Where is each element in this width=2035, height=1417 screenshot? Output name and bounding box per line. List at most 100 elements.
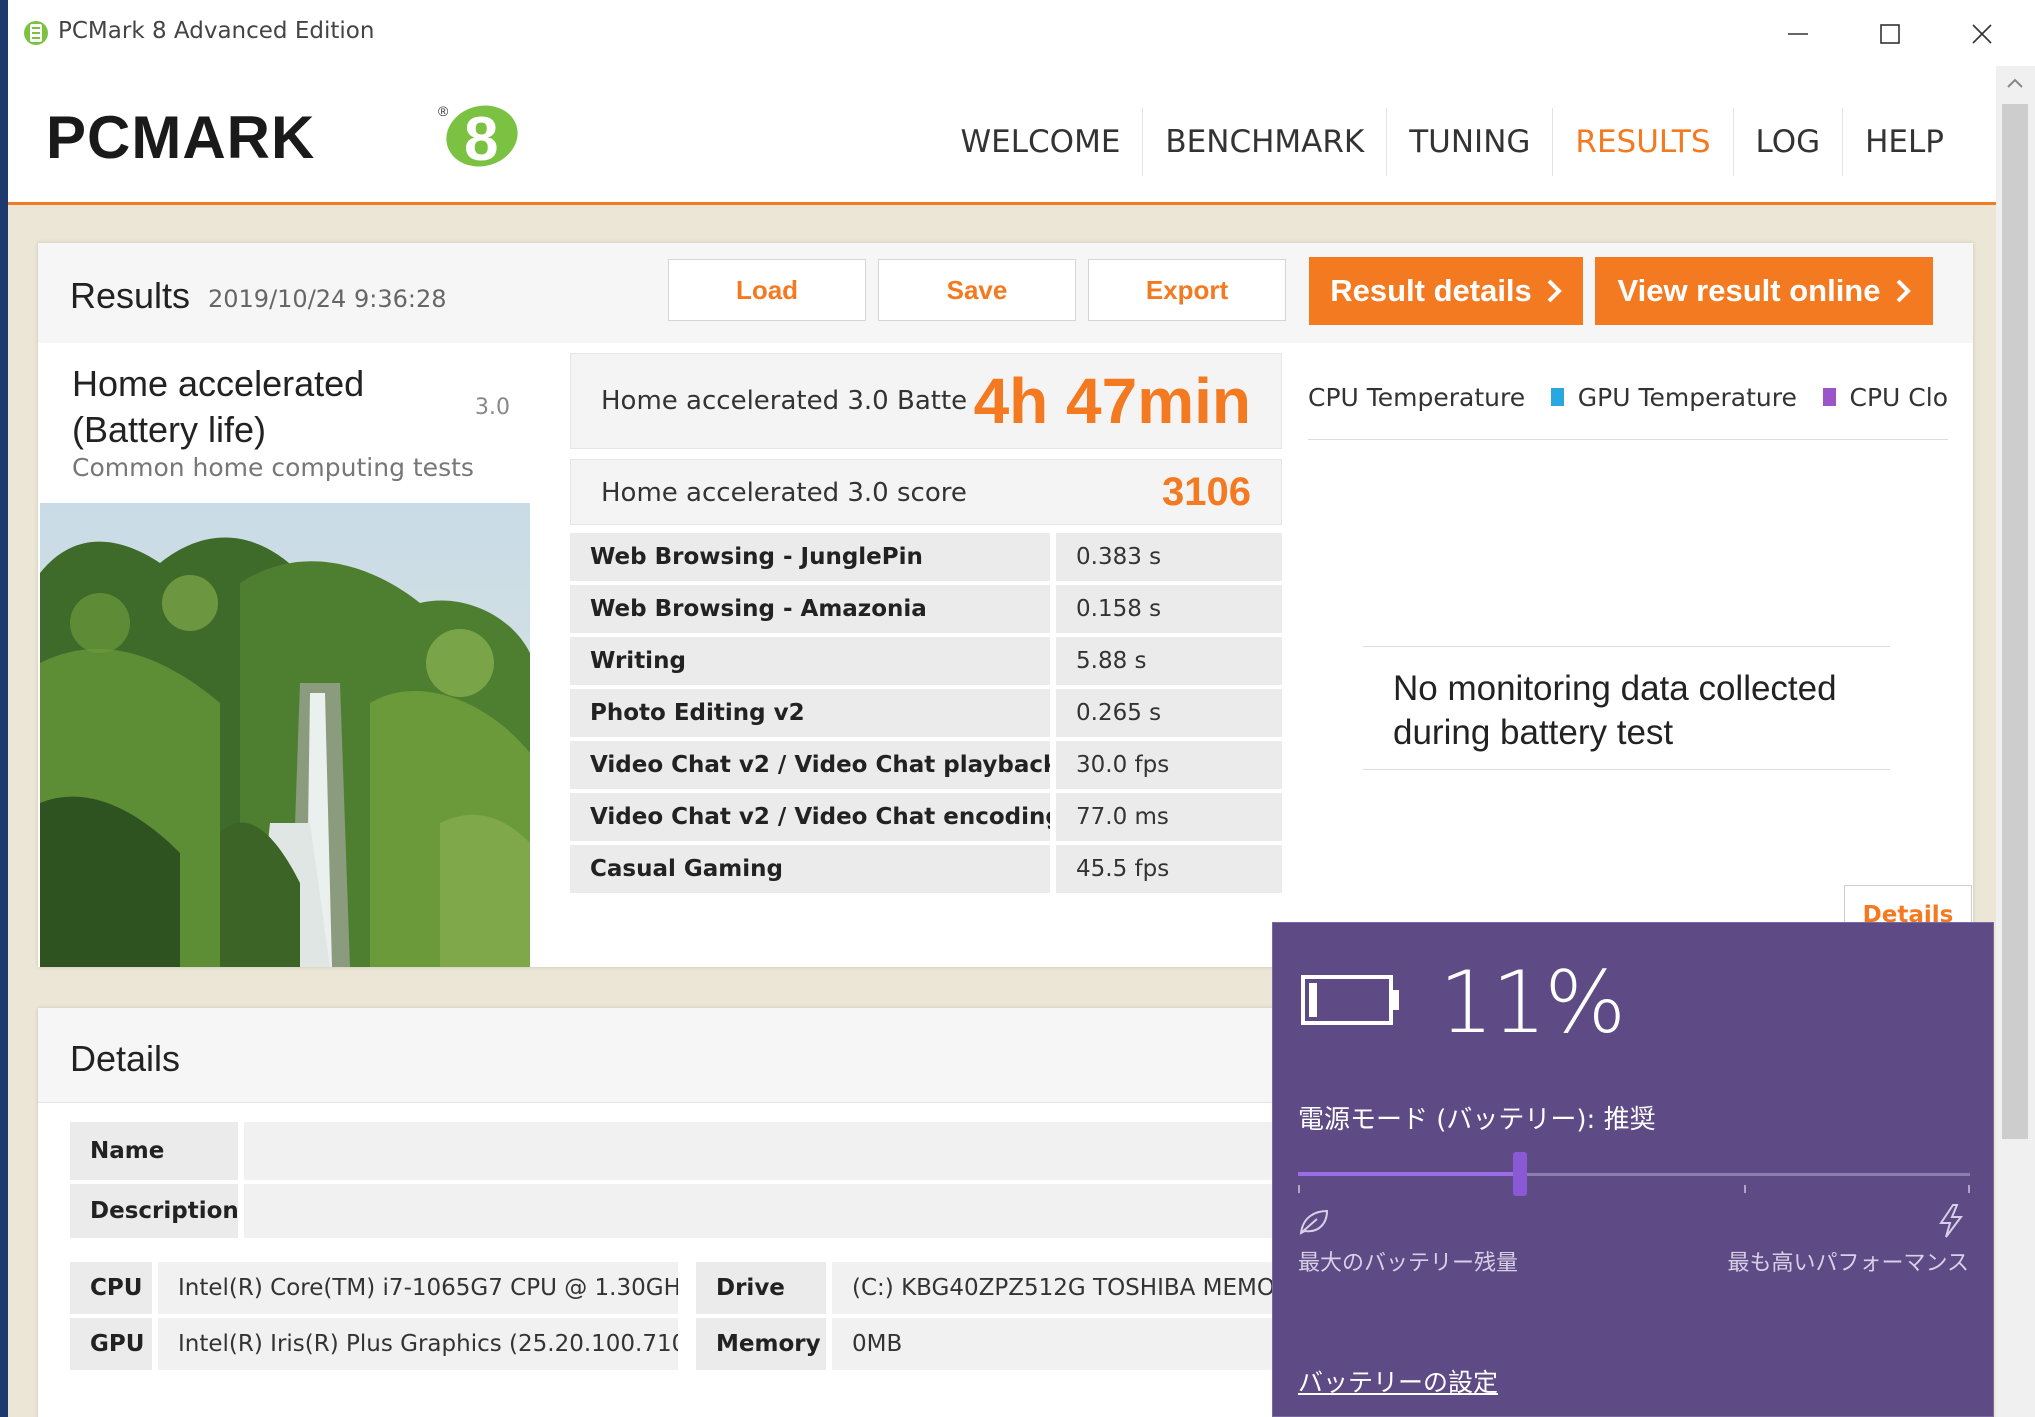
overall-score-label: Home accelerated 3.0 score: [601, 478, 967, 508]
table-row: Web Browsing - JunglePin 0.383 s: [570, 533, 1282, 581]
pcmark-logo: PCMARK 8 ®: [46, 96, 526, 180]
scroll-up-icon[interactable]: [2006, 76, 2024, 90]
battery-percent: 11%: [1439, 953, 1626, 1053]
max-battery-label: 最大のバッテリー残量: [1298, 1251, 1519, 1276]
nav-help[interactable]: HELP: [1843, 108, 1966, 176]
waterfall-scene-image: [40, 503, 530, 967]
nav-welcome[interactable]: WELCOME: [939, 108, 1144, 176]
drive-label: Drive: [696, 1262, 826, 1314]
legend-cpu-temperature[interactable]: CPU Temperature: [1308, 383, 1525, 412]
nav-tuning[interactable]: TUNING: [1387, 108, 1554, 176]
chevron-right-icon: [1896, 279, 1911, 303]
overall-score: Home accelerated 3.0 score 3106: [570, 459, 1282, 525]
test-version: 3.0: [475, 395, 510, 420]
table-row: Writing 5.88 s: [570, 637, 1282, 685]
load-button[interactable]: Load: [668, 259, 866, 321]
save-button[interactable]: Save: [878, 259, 1076, 321]
subtest-value: 45.5 fps: [1056, 845, 1282, 893]
result-details-label: Result details: [1330, 273, 1532, 308]
cpu-label: CPU: [70, 1262, 152, 1314]
logo-number: 8: [464, 105, 498, 174]
subtest-name: Video Chat v2 / Video Chat encoding v2: [570, 793, 1050, 841]
test-info-column: Home accelerated (Battery life) 3.0 Comm…: [40, 343, 530, 967]
subtest-name: Casual Gaming: [570, 845, 1050, 893]
table-row: Web Browsing - Amazonia 0.158 s: [570, 585, 1282, 633]
monitoring-legend: CPU Temperature GPU Temperature CPU Clo: [1308, 375, 1948, 440]
legend-cpu-clock[interactable]: CPU Clo: [1850, 383, 1948, 412]
scrollbar-thumb[interactable]: [2002, 104, 2028, 1139]
description-label: Description: [70, 1184, 239, 1238]
test-name: Home accelerated (Battery life): [72, 363, 365, 450]
power-mode-slider-thumb[interactable]: [1513, 1152, 1527, 1196]
subtest-name: Writing: [570, 637, 1050, 685]
best-performance-label: 最も高いパフォーマンス: [1727, 1251, 1969, 1276]
battery-icon: [1301, 975, 1399, 1025]
window-title: PCMark 8 Advanced Edition: [58, 18, 375, 44]
table-row: Video Chat v2 / Video Chat playback 1 v …: [570, 741, 1282, 789]
cpu-value: Intel(R) Core(TM) i7-1065G7 CPU @ 1.30GH…: [158, 1262, 678, 1314]
export-button[interactable]: Export: [1088, 259, 1286, 321]
monitoring-message-box: No monitoring data collected during batt…: [1363, 646, 1890, 770]
test-name-box: Home accelerated (Battery life) 3.0 Comm…: [40, 343, 530, 503]
close-button[interactable]: [1952, 12, 2012, 56]
slider-tick: [1744, 1185, 1746, 1193]
pcmark-logo-graphic: PCMARK 8 ®: [46, 103, 518, 174]
title-bar[interactable]: PCMark 8 Advanced Edition: [8, 0, 2035, 66]
gpu-label: GPU: [70, 1318, 152, 1370]
vertical-scrollbar[interactable]: [1996, 66, 2035, 1417]
battery-saver-leaf-icon: [1299, 1209, 1329, 1235]
logo-registered-mark: ®: [438, 103, 449, 119]
nav-benchmark[interactable]: BENCHMARK: [1143, 108, 1388, 176]
close-icon: [1972, 24, 1992, 44]
gpu-value: Intel(R) Iris(R) Plus Graphics (25.20.10…: [158, 1318, 678, 1370]
results-title: Results: [70, 275, 191, 316]
subtest-value: 77.0 ms: [1056, 793, 1282, 841]
monitoring-column: CPU Temperature GPU Temperature CPU Clo …: [1308, 343, 1972, 967]
result-details-button[interactable]: Result details: [1309, 257, 1583, 325]
overall-score-value: 3106: [1162, 470, 1251, 514]
battery-settings-link[interactable]: バッテリーの設定: [1298, 1363, 1498, 1399]
legend-swatch-gpu: [1551, 388, 1564, 406]
results-header: Results 2019/10/24 9:36:28 Load Save Exp…: [38, 243, 1973, 343]
app-header: PCMARK 8 ® WELCOME BENCHMARK TUNING RESU…: [8, 66, 1996, 205]
no-monitoring-message: No monitoring data collected during batt…: [1393, 669, 1837, 752]
battery-life-value: 4h 47min: [973, 365, 1251, 437]
test-description: Common home computing tests: [72, 453, 474, 482]
table-row: Video Chat v2 / Video Chat encoding v2 7…: [570, 793, 1282, 841]
view-result-online-button[interactable]: View result online: [1595, 257, 1933, 325]
power-mode-label: 電源モード (バッテリー): 推奨: [1298, 1105, 1656, 1135]
subtest-name: Web Browsing - JunglePin: [570, 533, 1050, 581]
subtest-name: Video Chat v2 / Video Chat playback 1 v: [570, 741, 1050, 789]
slider-tick: [1968, 1185, 1970, 1193]
logo-wordmark: PCMARK: [46, 104, 315, 171]
slider-tick: [1298, 1185, 1300, 1193]
battery-life-score: Home accelerated 3.0 Batte 4h 47min: [570, 353, 1282, 449]
subtest-name: Photo Editing v2: [570, 689, 1050, 737]
battery-level-fill: [1309, 983, 1317, 1017]
subtest-value: 0.383 s: [1056, 533, 1282, 581]
results-panel: Results 2019/10/24 9:36:28 Load Save Exp…: [38, 243, 1973, 967]
subtest-value: 5.88 s: [1056, 637, 1282, 685]
nav-results[interactable]: RESULTS: [1553, 108, 1734, 176]
name-value: [244, 1122, 1304, 1180]
subtest-value: 30.0 fps: [1056, 741, 1282, 789]
name-label: Name: [70, 1122, 238, 1180]
main-nav: WELCOME BENCHMARK TUNING RESULTS LOG HEL…: [939, 108, 1966, 176]
table-row: Photo Editing v2 0.265 s: [570, 689, 1282, 737]
subtest-table: Web Browsing - JunglePin 0.383 s Web Bro…: [570, 533, 1282, 897]
battery-flyout: 11% 電源モード (バッテリー): 推奨 最大のバッテリー残量 最も高いパフォ…: [1272, 922, 1994, 1417]
nav-log[interactable]: LOG: [1734, 108, 1844, 176]
subtest-name: Web Browsing - Amazonia: [570, 585, 1050, 633]
minimize-icon: [1788, 33, 1808, 35]
app-window: PCMark 8 Advanced Edition PCMARK 8 ® WEL…: [8, 0, 2035, 1417]
chevron-right-icon: [1547, 279, 1562, 303]
battery-life-label: Home accelerated 3.0 Batte: [601, 386, 968, 416]
memory-label: Memory: [696, 1318, 826, 1370]
legend-gpu-temperature[interactable]: GPU Temperature: [1578, 383, 1797, 412]
maximize-button[interactable]: [1860, 12, 1920, 56]
subtest-value: 0.265 s: [1056, 689, 1282, 737]
maximize-icon: [1880, 24, 1900, 44]
drive-value: (C:) KBG40ZPZ512G TOSHIBA MEMORY: [832, 1262, 1304, 1314]
minimize-button[interactable]: [1768, 12, 1828, 56]
details-title: Details: [70, 1038, 181, 1079]
